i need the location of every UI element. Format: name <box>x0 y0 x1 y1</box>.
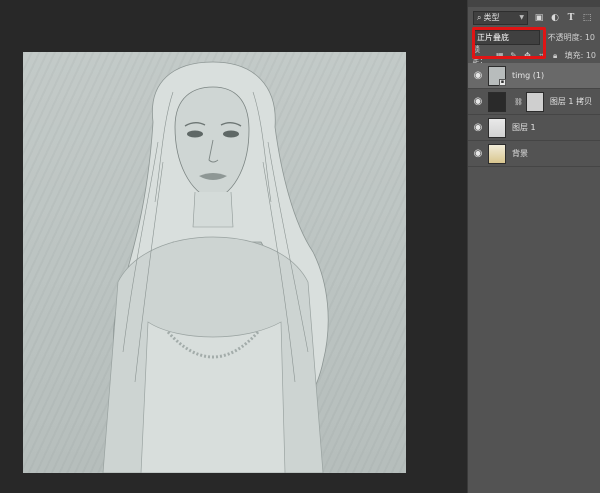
layer-row-timg[interactable]: ◉ ▪ timg (1) <box>468 63 600 89</box>
layer-list: ◉ ▪ timg (1) ◉ ⛓ 图层 1 拷贝 ◉ 图层 1 ◉ 背景 <box>468 63 600 167</box>
visibility-eye-icon[interactable]: ◉ <box>468 96 488 107</box>
adjustment-layer-filter-icon[interactable]: ◐ <box>550 13 560 23</box>
smart-object-icon: ▪ <box>499 78 506 86</box>
layer-row-background[interactable]: ◉ 背景 <box>468 141 600 167</box>
layer-kind-filter-select[interactable]: ⌕ 类型 ▼ <box>473 10 528 25</box>
pixel-layer-filter-icon[interactable]: ▣ <box>534 13 544 23</box>
document-workspace[interactable] <box>0 0 467 493</box>
canvas-image[interactable] <box>23 52 406 473</box>
layer-name: timg (1) <box>512 71 545 80</box>
layer-thumbnail <box>488 91 506 112</box>
layer-filter-row: ⌕ 类型 ▼ ▣ ◐ T ⬚ <box>468 7 600 28</box>
layers-panel: ⌕ 类型 ▼ ▣ ◐ T ⬚ 正片叠底 不透明度: 10 锁定: ▦ ✎ ✥ ⌗… <box>467 0 600 493</box>
type-layer-filter-icon[interactable]: T <box>566 13 576 23</box>
layer-thumbnail: ▪ <box>488 65 506 86</box>
visibility-eye-icon[interactable]: ◉ <box>468 70 488 81</box>
layer-name: 图层 1 拷贝 <box>549 97 593 106</box>
panel-tab-strip[interactable] <box>468 0 600 7</box>
visibility-eye-icon[interactable]: ◉ <box>468 122 488 133</box>
blend-mode-highlight-box <box>472 27 546 59</box>
layer-thumbnail <box>488 143 506 164</box>
opacity-field[interactable]: 不透明度: 10 <box>548 32 595 43</box>
search-icon: ⌕ <box>477 12 482 22</box>
layer-name: 图层 1 <box>512 123 536 132</box>
layer-name: 背景 <box>512 149 528 158</box>
mask-link-icon[interactable]: ⛓ <box>514 98 523 106</box>
chevron-down-icon: ▼ <box>519 14 524 21</box>
layer-row-layer1[interactable]: ◉ 图层 1 <box>468 115 600 141</box>
layer-thumbnail <box>488 117 506 138</box>
layer-mask-thumbnail[interactable] <box>525 91 544 112</box>
kind-filter-label: 类型 <box>483 13 500 22</box>
layer-row-layer1-copy[interactable]: ◉ ⛓ 图层 1 拷贝 <box>468 89 600 115</box>
pencil-sketch-portrait <box>102 61 329 473</box>
visibility-eye-icon[interactable]: ◉ <box>468 148 488 159</box>
shape-layer-filter-icon[interactable]: ⬚ <box>582 13 592 23</box>
fill-field[interactable]: 填充: 10 <box>565 50 596 61</box>
lock-all-icon[interactable]: 🔒︎ <box>551 51 560 60</box>
